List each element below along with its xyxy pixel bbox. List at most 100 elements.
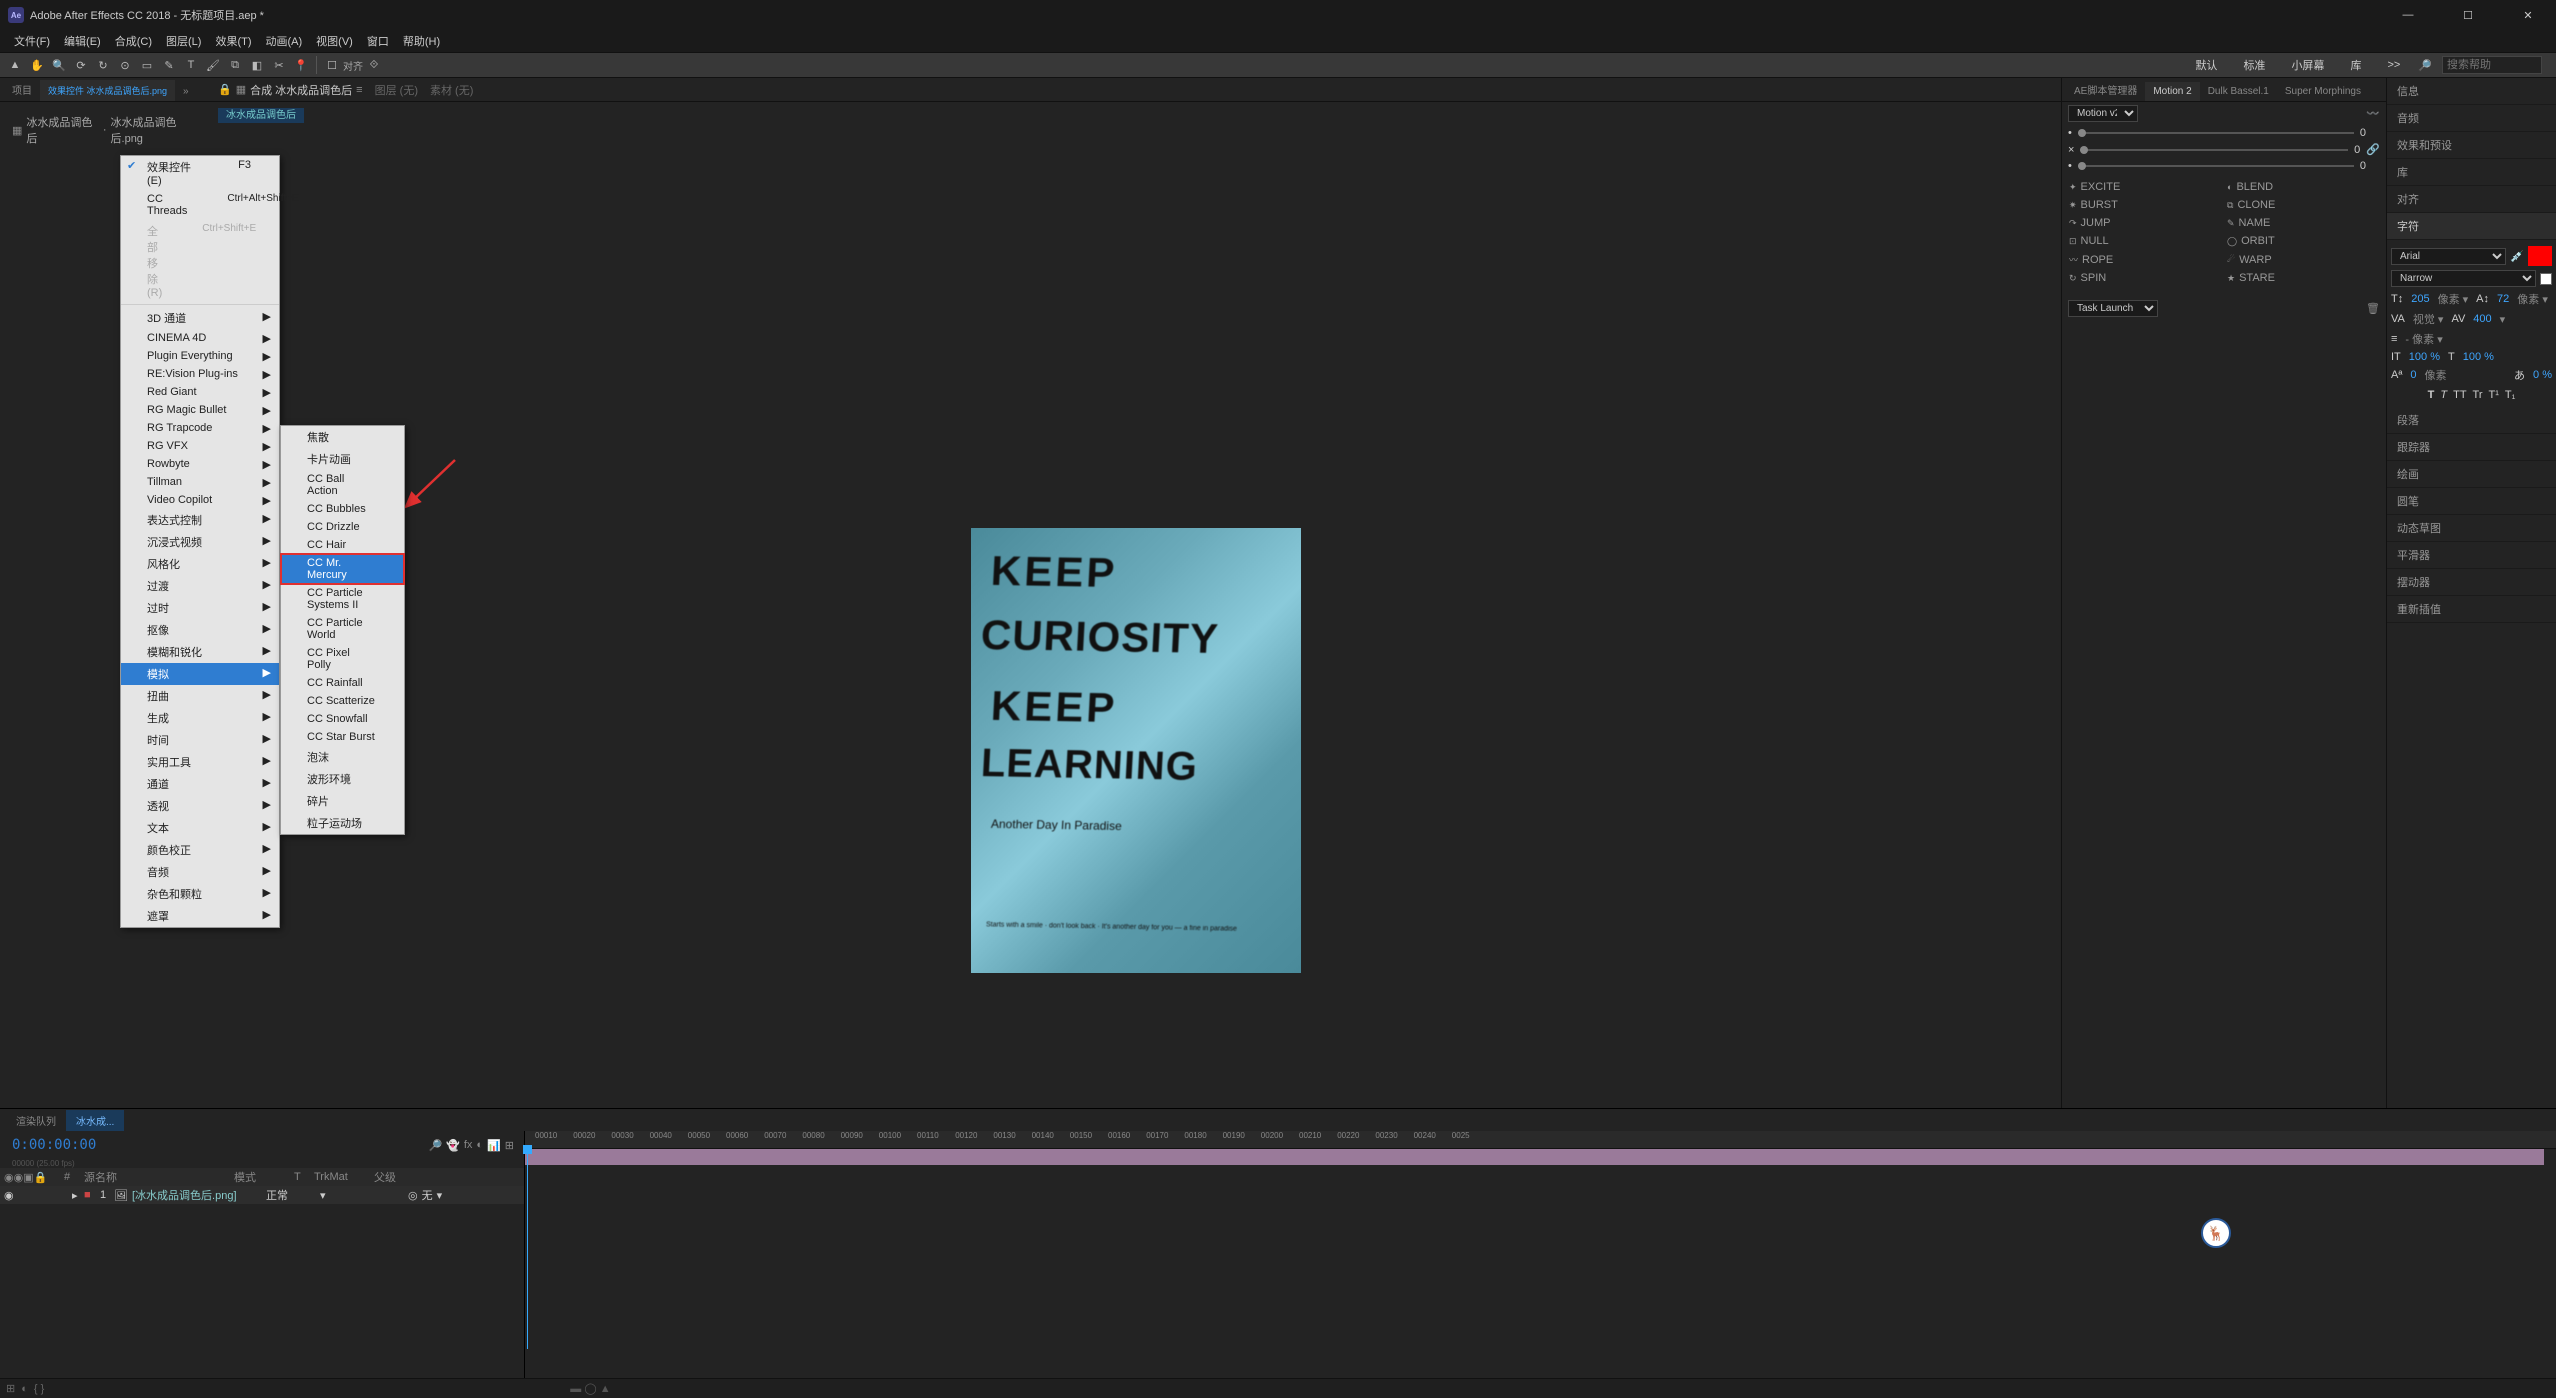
graph-icon[interactable]: 📊 — [487, 1139, 501, 1152]
rect-tool[interactable]: ▭ — [137, 55, 157, 75]
timeline-layer-row[interactable]: ◉ ▸ ■ 1 🖼 [冰水成品调色后.png] 正常 ▾ ◎ 无 ▾ — [0, 1186, 524, 1204]
search-icon[interactable]: 🔎 — [428, 1139, 442, 1152]
toggle-switches-icon[interactable]: ⊞ — [6, 1382, 15, 1395]
orbit-button[interactable]: ◯ ORBIT — [2224, 232, 2382, 250]
ctx-effect-item[interactable]: CC Bubbles — [281, 500, 404, 518]
panel-paragraph[interactable]: 段落 — [2387, 407, 2556, 434]
mb-icon[interactable]: ◐ — [476, 1139, 483, 1152]
panel-motion-sketch[interactable]: 动态草图 — [2387, 515, 2556, 542]
ctx-category[interactable]: Video Copilot▶ — [121, 491, 279, 509]
motion-preset-dropdown[interactable]: Motion v2 — [2068, 105, 2138, 122]
vscale-value[interactable]: 100 % — [2409, 351, 2440, 363]
ctx-effect-item[interactable]: CC Scatterize — [281, 692, 404, 710]
pen-tool[interactable]: ✎ — [159, 55, 179, 75]
ctx-category[interactable]: RG Trapcode▶ — [121, 419, 279, 437]
ctx-category[interactable]: 过时▶ — [121, 597, 279, 619]
ctx-category[interactable]: 风格化▶ — [121, 553, 279, 575]
brush-tool[interactable]: 🖌 — [203, 55, 223, 75]
blend-button[interactable]: ◐ BLEND — [2224, 178, 2382, 196]
lock-icon[interactable]: 🔒 — [218, 83, 232, 96]
ctx-category[interactable]: 3D 通道▶ — [121, 307, 279, 329]
panel-tracker[interactable]: 跟踪器 — [2387, 434, 2556, 461]
menu-edit[interactable]: 编辑(E) — [58, 31, 107, 51]
motion-graph-icon[interactable]: 〰️ — [2366, 107, 2380, 120]
ctx-effect-item[interactable]: CC Particle Systems II — [281, 584, 404, 614]
panel-align[interactable]: 对齐 — [2387, 186, 2556, 213]
ctx-category[interactable]: 抠像▶ — [121, 619, 279, 641]
panel-library[interactable]: 库 — [2387, 159, 2556, 186]
ctx-simulation[interactable]: 模拟▶ — [121, 663, 279, 685]
ctx-category[interactable]: Plugin Everything▶ — [121, 347, 279, 365]
ctx-effect-item[interactable]: CC Pixel Polly — [281, 644, 404, 674]
font-family-dropdown[interactable]: Arial — [2391, 248, 2506, 265]
slider-value[interactable]: 0 — [2360, 160, 2366, 172]
italic-button[interactable]: T — [2440, 389, 2447, 401]
ctx-effect-item[interactable]: CC Hair — [281, 536, 404, 554]
rotate-tool[interactable]: ↻ — [93, 55, 113, 75]
duik-tab[interactable]: Dulk Bassel.1 — [2200, 82, 2277, 101]
link-icon[interactable]: 🔗 — [2366, 143, 2380, 156]
workspace-library[interactable]: 库 — [2342, 57, 2369, 73]
font-style-dropdown[interactable]: Narrow — [2391, 270, 2536, 287]
scripts-tab[interactable]: AE脚本管理器 — [2066, 78, 2145, 101]
toggle-modes-icon[interactable]: ◐ — [21, 1383, 28, 1395]
stare-button[interactable]: ★ STARE — [2224, 269, 2382, 287]
workspace-default[interactable]: 默认 — [2187, 57, 2225, 73]
warp-button[interactable]: ☄ WARP — [2224, 250, 2382, 269]
timeline-comp-tab[interactable]: 冰水成... — [66, 1110, 124, 1131]
ctx-category[interactable]: Rowbyte▶ — [121, 455, 279, 473]
ctx-effect-item[interactable]: 卡片动画 — [281, 448, 404, 470]
ctx-effect-item[interactable]: CC Drizzle — [281, 518, 404, 536]
ctx-category[interactable]: 透视▶ — [121, 795, 279, 817]
project-tab[interactable]: 项目 — [4, 78, 40, 101]
workspace-standard[interactable]: 标准 — [2235, 57, 2273, 73]
motion2-tab[interactable]: Motion 2 — [2145, 82, 2199, 101]
layer-mode[interactable]: 正常 — [266, 1187, 316, 1203]
project-item[interactable]: ▦ 冰水成品调色后 · 冰水成品调色后.png — [10, 112, 200, 148]
slider-value[interactable]: 0 — [2354, 144, 2360, 156]
ctx-category[interactable]: RG Magic Bullet▶ — [121, 401, 279, 419]
menu-window[interactable]: 窗口 — [361, 31, 395, 51]
snap-toggle[interactable]: ☐ — [322, 55, 342, 75]
toggle-brackets-icon[interactable]: { } — [34, 1383, 44, 1395]
selection-tool[interactable]: ▲ — [5, 55, 25, 75]
ctx-last-effect[interactable]: CC ThreadsCtrl+Alt+Shift+E — [121, 190, 279, 220]
leading-value[interactable]: 72 — [2497, 293, 2509, 305]
anchor-tool[interactable]: ⊙ — [115, 55, 135, 75]
ctx-category[interactable]: 时间▶ — [121, 729, 279, 751]
ctx-category[interactable]: 通道▶ — [121, 773, 279, 795]
allcaps-button[interactable]: TT — [2453, 389, 2466, 401]
font-size-value[interactable]: 205 — [2411, 293, 2429, 305]
panel-character[interactable]: 字符 — [2387, 213, 2556, 240]
slider-value[interactable]: 0 — [2360, 127, 2366, 139]
clone-tool[interactable]: ⧉ — [225, 55, 245, 75]
ctx-category[interactable]: 遮罩▶ — [121, 905, 279, 927]
ctx-effect-item[interactable]: 泡沫 — [281, 746, 404, 768]
panel-audio[interactable]: 音频 — [2387, 105, 2556, 132]
effect-controls-tab[interactable]: 效果控件 冰水成品调色后.png — [40, 80, 175, 101]
ctx-effect-item[interactable]: 粒子运动场 — [281, 812, 404, 834]
menu-composition[interactable]: 合成(C) — [109, 31, 158, 51]
panel-brush[interactable]: 圆笔 — [2387, 488, 2556, 515]
roto-tool[interactable]: ✂ — [269, 55, 289, 75]
help-search-input[interactable] — [2442, 56, 2542, 74]
ctx-category[interactable]: 音频▶ — [121, 861, 279, 883]
task-launch-dropdown[interactable]: Task Launch — [2068, 300, 2158, 317]
panel-paint[interactable]: 绘画 — [2387, 461, 2556, 488]
layer-parent[interactable]: 无 — [422, 1187, 433, 1203]
morphings-tab[interactable]: Super Morphings — [2277, 82, 2369, 101]
eyedropper-icon[interactable]: 💉 — [2510, 250, 2524, 263]
ctx-category[interactable]: 文本▶ — [121, 817, 279, 839]
ctx-effect-item[interactable]: 波形环境 — [281, 768, 404, 790]
ctx-effect-item[interactable]: CC Star Burst — [281, 728, 404, 746]
panel-smoother[interactable]: 平滑器 — [2387, 542, 2556, 569]
ctx-category[interactable]: 扭曲▶ — [121, 685, 279, 707]
timecode[interactable]: 0:00:00:00 — [12, 1137, 96, 1153]
ctx-category[interactable]: Red Giant▶ — [121, 383, 279, 401]
ctx-effect-controls[interactable]: ✔效果控件(E)F3 — [121, 156, 279, 190]
tracking-value[interactable]: 400 — [2473, 313, 2491, 325]
time-ruler[interactable]: 0001000020000300004000050000600007000080… — [525, 1131, 2556, 1149]
null-button[interactable]: ⊡ NULL — [2066, 232, 2224, 250]
menu-layer[interactable]: 图层(L) — [160, 31, 207, 51]
dropdown-icon[interactable]: ≡ — [356, 84, 362, 96]
